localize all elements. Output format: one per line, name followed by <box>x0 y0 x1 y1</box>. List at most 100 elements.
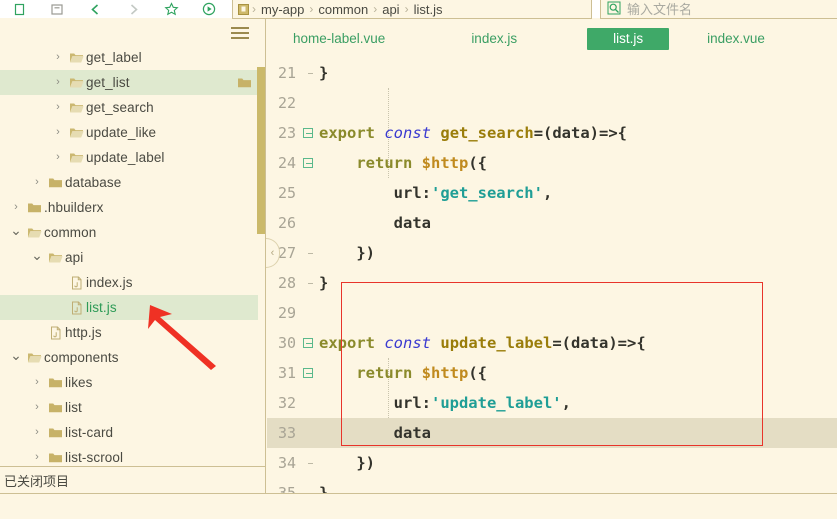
code-line-23[interactable]: 23 export const get_search=(data)=>{ <box>267 118 837 148</box>
hamburger-menu-icon[interactable] <box>231 25 251 41</box>
fold-collapse-icon[interactable] <box>299 338 317 348</box>
code-line-21[interactable]: 21} <box>267 58 837 88</box>
editor-tab-list-js[interactable]: list.js <box>587 27 670 50</box>
chevron-down-icon[interactable]: ⌄ <box>8 223 24 237</box>
line-number: 28 <box>277 274 296 292</box>
code-text: } <box>319 274 329 292</box>
breadcrumb-item-3[interactable]: list.js <box>409 2 448 17</box>
tree-item-update_like[interactable]: › update_like <box>0 120 258 145</box>
run-icon[interactable] <box>190 0 228 18</box>
line-number: 25 <box>277 184 296 202</box>
favorite-star-icon[interactable] <box>152 0 190 18</box>
chevron-right-icon[interactable]: › <box>29 402 45 413</box>
breadcrumb-item-2[interactable]: api <box>377 2 404 17</box>
closed-projects-label: 已关闭项目 <box>4 473 70 489</box>
code-line-35[interactable]: 35} <box>267 478 837 493</box>
bottom-panel: https://blog.csdn.net/blue_698 my_appH5小… <box>0 494 837 519</box>
editor-tab-index-vue[interactable]: index.vue <box>695 28 777 50</box>
tree-item-list-card[interactable]: › list-card <box>0 420 258 445</box>
code-line-28[interactable]: 28} <box>267 268 837 298</box>
tree-item-list-js[interactable]: list.js <box>0 295 258 320</box>
code-text: } <box>319 64 329 82</box>
tree-item-label: get_search <box>86 100 154 115</box>
chevron-down-icon[interactable]: ⌄ <box>29 248 45 262</box>
code-line-31[interactable]: 31 return $http({ <box>267 358 837 388</box>
chevron-right-icon[interactable]: › <box>29 377 45 388</box>
code-line-22[interactable]: 22 <box>267 88 837 118</box>
tree-item-common[interactable]: ⌄ common <box>0 220 258 245</box>
file-search-input[interactable] <box>627 1 817 17</box>
tree-item-api[interactable]: ⌄ api <box>0 245 258 270</box>
tree-item-label: .hbuilderx <box>44 200 104 215</box>
tree-item-http-js[interactable]: http.js <box>0 320 258 345</box>
chevron-right-icon[interactable]: › <box>50 77 66 88</box>
chevron-right-icon[interactable]: › <box>29 427 45 438</box>
forward-icon[interactable] <box>114 0 152 18</box>
tree-item-get_label[interactable]: › get_label <box>0 45 258 70</box>
back-icon[interactable] <box>76 0 114 18</box>
editor-tab-home-label-vue[interactable]: home-label.vue <box>281 28 397 50</box>
code-text: } <box>319 484 329 493</box>
code-text: }) <box>319 454 375 472</box>
chevron-right-icon[interactable]: › <box>50 127 66 138</box>
code-text: url:'update_label', <box>319 394 571 412</box>
breadcrumb-item-0[interactable]: my-app <box>256 2 309 17</box>
tree-item-label: likes <box>65 375 93 390</box>
editor-tabbar: home-label.vue index.js list.js index.vue <box>267 19 837 58</box>
tree-item-label: get_list <box>86 75 130 90</box>
tree-item-list[interactable]: › list <box>0 395 258 420</box>
chevron-right-icon[interactable]: › <box>50 102 66 113</box>
editor-tab-index-js[interactable]: index.js <box>459 28 529 50</box>
code-line-25[interactable]: 25 url:'get_search', <box>267 178 837 208</box>
chevron-right-icon[interactable]: › <box>8 202 24 213</box>
folder-open-icon <box>66 126 86 139</box>
tree-item-label: api <box>65 250 84 265</box>
line-number: 29 <box>277 304 296 322</box>
chevron-right-icon[interactable]: › <box>29 452 45 463</box>
code-line-29[interactable]: 29 <box>267 298 837 328</box>
line-number: 31 <box>277 364 296 382</box>
tree-item-list-scrool[interactable]: › list-scrool <box>0 445 258 466</box>
tree-item-update_label[interactable]: › update_label <box>0 145 258 170</box>
code-line-26[interactable]: 26 data <box>267 208 837 238</box>
fold-collapse-icon[interactable] <box>299 128 317 138</box>
breadcrumb-item-1[interactable]: common <box>313 2 373 17</box>
fold-collapse-icon[interactable] <box>299 368 317 378</box>
chevron-right-icon[interactable]: › <box>29 177 45 188</box>
sidebar-scrollbar[interactable] <box>257 67 265 234</box>
js-file-icon <box>66 276 86 290</box>
code-line-34[interactable]: 34 }) <box>267 448 837 478</box>
closed-projects-bar[interactable]: 已关闭项目 <box>0 466 266 493</box>
tree-item-components[interactable]: ⌄ components <box>0 345 258 370</box>
code-text: return $http({ <box>356 364 488 382</box>
code-line-27[interactable]: 27 }) <box>267 238 837 268</box>
code-area[interactable]: 21} 22 23 export const get_search=(data)=>{… <box>267 58 837 493</box>
folder-open-icon <box>66 76 86 89</box>
tree-item-label: http.js <box>65 325 102 340</box>
chevron-down-icon[interactable]: ⌄ <box>8 348 24 362</box>
fold-collapse-icon[interactable] <box>299 158 317 168</box>
minimize-box-icon[interactable] <box>38 0 76 18</box>
code-line-30[interactable]: 30 export const update_label=(data)=>{ <box>267 328 837 358</box>
folder-open-icon <box>45 251 65 264</box>
tree-item-get_list[interactable]: › get_list <box>0 70 258 95</box>
tree-item-likes[interactable]: › likes <box>0 370 258 395</box>
js-file-icon <box>66 301 86 315</box>
folder-icon[interactable] <box>237 76 252 89</box>
folder-open-icon <box>24 226 44 239</box>
chevron-right-icon[interactable]: › <box>50 52 66 63</box>
file-search-box[interactable] <box>600 0 837 19</box>
tree-item-label: components <box>44 350 119 365</box>
tree-item-get_search[interactable]: › get_search <box>0 95 258 120</box>
chevron-right-icon[interactable]: › <box>50 152 66 163</box>
tree-item--hbuilderx[interactable]: › .hbuilderx <box>0 195 258 220</box>
new-file-icon[interactable] <box>0 0 38 18</box>
tree-item-label: list <box>65 400 82 415</box>
tree-item-index-js[interactable]: index.js <box>0 270 258 295</box>
tree-item-database[interactable]: › database <box>0 170 258 195</box>
folder-icon <box>45 401 65 414</box>
code-line-32[interactable]: 32 url:'update_label', <box>267 388 837 418</box>
code-line-24[interactable]: 24 return $http({ <box>267 148 837 178</box>
code-line-33[interactable]: 33 data <box>267 418 837 448</box>
code-text: export const get_search=(data)=>{ <box>319 124 628 142</box>
